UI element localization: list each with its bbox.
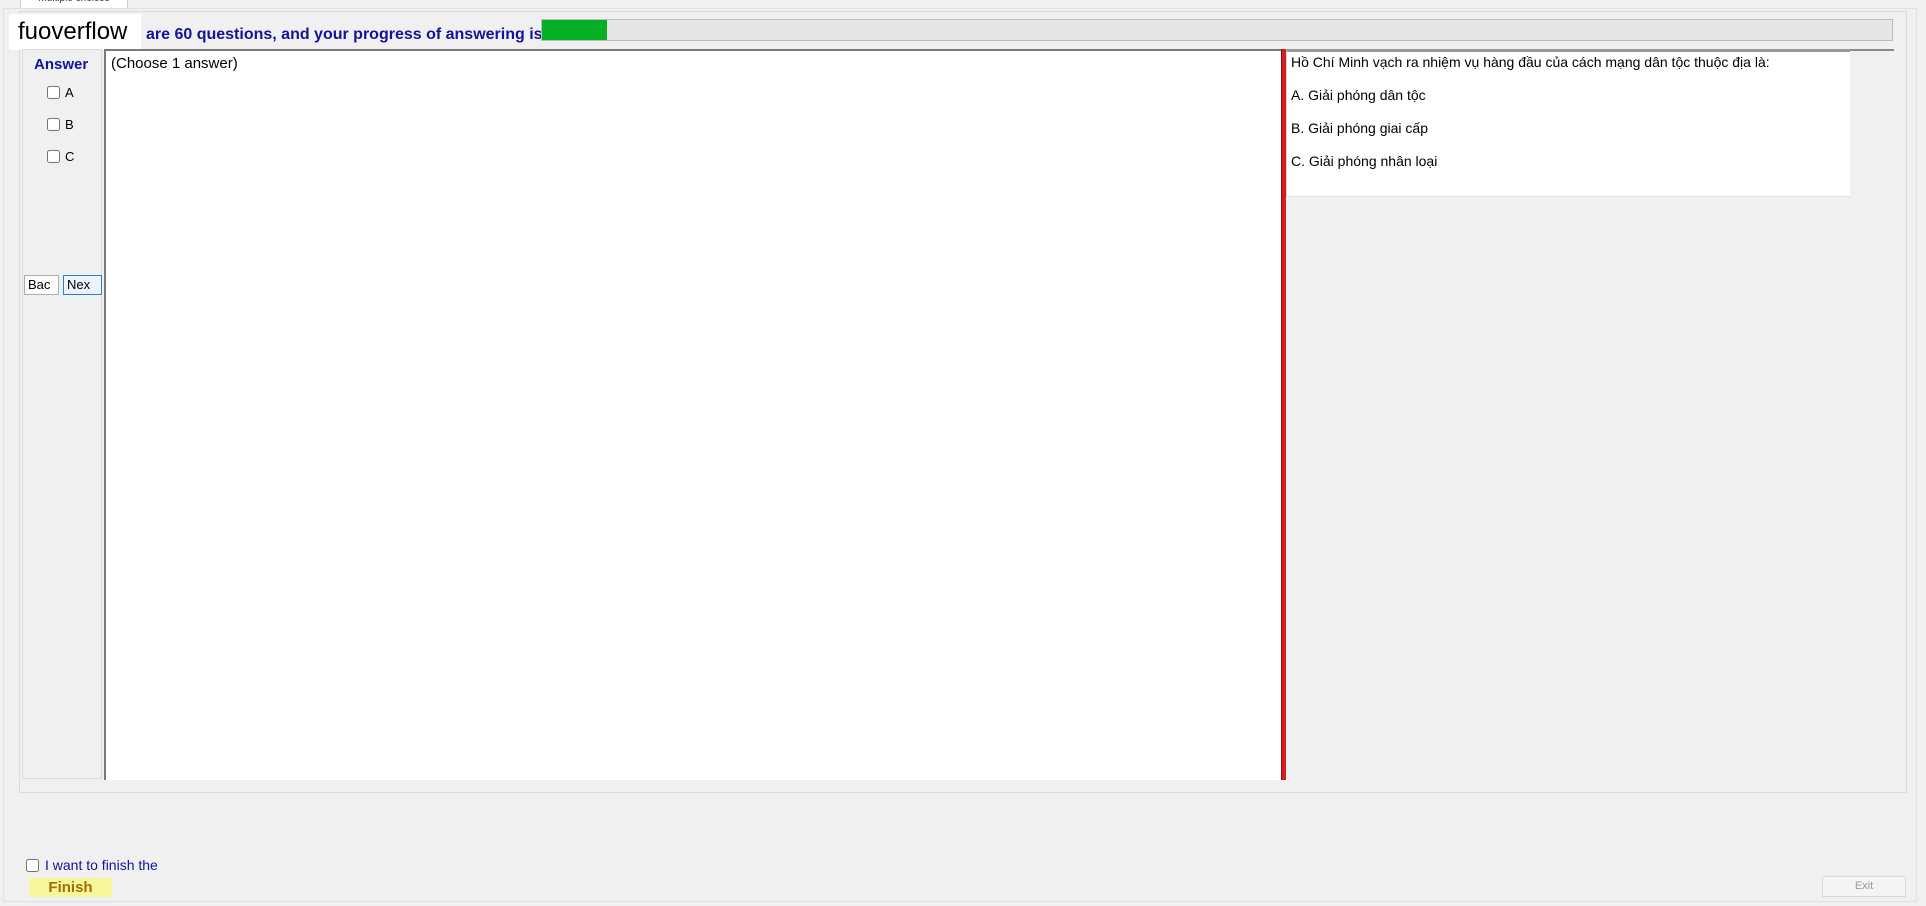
logo: fuoverflow — [9, 14, 141, 50]
exit-button[interactable]: Exit — [1822, 876, 1906, 897]
progress-label: are 60 questions, and your progress of a… — [146, 26, 543, 43]
option-c[interactable]: C — [47, 147, 74, 165]
question-choice-c: C. Giải phóng nhân loại — [1291, 153, 1438, 169]
answer-area — [104, 49, 1283, 780]
finish-confirm-checkbox[interactable] — [26, 858, 39, 872]
finish-confirm[interactable]: I want to finish the — [26, 856, 158, 874]
tab-multiple-choices[interactable]: Multiple choices — [20, 0, 128, 8]
option-b-label: B — [65, 116, 74, 132]
back-button[interactable]: Bac — [24, 275, 59, 295]
next-button[interactable]: Nex — [63, 275, 102, 295]
option-b[interactable]: B — [47, 115, 74, 133]
option-a[interactable]: A — [47, 83, 74, 101]
progress-bar — [541, 19, 1893, 41]
question-top-rule — [1850, 49, 1894, 51]
progress-fill — [542, 20, 607, 40]
answer-hint: (Choose 1 answer) — [111, 55, 238, 72]
finish-button[interactable]: Finish — [29, 878, 112, 897]
option-a-label: A — [65, 84, 74, 100]
option-c-label: C — [65, 148, 75, 164]
answer-title: Answer — [34, 56, 89, 73]
question-choice-b: B. Giải phóng giai cấp — [1291, 120, 1428, 136]
question-text: Hồ Chí Minh vạch ra nhiệm vụ hàng đầu củ… — [1291, 54, 1770, 70]
option-b-checkbox[interactable] — [47, 117, 60, 131]
finish-confirm-label: I want to finish the — [45, 857, 158, 873]
option-c-checkbox[interactable] — [47, 149, 60, 163]
question-choice-a: A. Giải phóng dân tộc — [1291, 87, 1426, 103]
option-a-checkbox[interactable] — [47, 85, 60, 99]
